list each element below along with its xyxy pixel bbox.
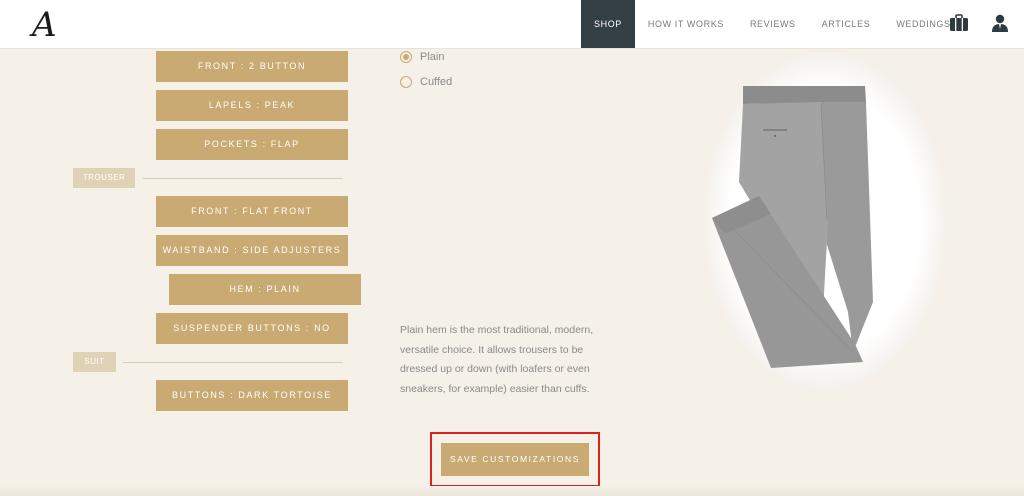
user-icon[interactable] [990,13,1010,33]
section-divider [143,178,343,179]
briefcase-icon[interactable] [949,13,969,33]
radio-plain[interactable] [400,51,412,63]
radio-label-plain: Plain [420,51,445,63]
section-label-suit: SUIT [73,352,116,372]
option-front-button[interactable]: FRONT : 2 BUTTON [156,51,348,82]
section-label-trouser: TROUSER [73,168,135,188]
radio-cuffed[interactable] [400,76,412,88]
hem-option-cuffed[interactable]: Cuffed [400,76,452,88]
option-lapels-button[interactable]: LAPELS : PEAK [156,90,348,121]
option-pockets-button[interactable]: POCKETS : FLAP [156,129,348,160]
save-customizations-button[interactable]: SAVE CUSTOMIZATIONS [441,443,589,476]
logo[interactable]: A [26,4,82,44]
main-nav: SHOP HOW IT WORKS REVIEWS ARTICLES WEDDI… [581,0,964,48]
footer-edge [0,486,1024,496]
option-waistband-button[interactable]: WAISTBAND : SIDE ADJUSTERS [156,235,348,266]
option-buttons-button[interactable]: BUTTONS : DARK TORTOISE [156,380,348,411]
nav-shop[interactable]: SHOP [581,0,635,48]
header: A SHOP HOW IT WORKS REVIEWS ARTICLES WED… [0,0,1024,49]
nav-how-it-works[interactable]: HOW IT WORKS [635,0,737,48]
nav-articles[interactable]: ARTICLES [809,0,884,48]
option-trouser-front-button[interactable]: FRONT : FLAT FRONT [156,196,348,227]
trousers-preview-image [712,86,873,368]
logo-letter: A [29,5,57,44]
radio-label-cuffed: Cuffed [420,76,453,88]
nav-reviews[interactable]: REVIEWS [737,0,809,48]
hem-option-plain[interactable]: Plain [400,51,444,63]
section-divider [123,362,343,363]
option-hem-button[interactable]: HEM : PLAIN [169,274,361,305]
option-suspender-buttons-button[interactable]: SUSPENDER BUTTONS : NO [156,313,348,344]
hem-description: Plain hem is the most traditional, moder… [400,324,594,395]
